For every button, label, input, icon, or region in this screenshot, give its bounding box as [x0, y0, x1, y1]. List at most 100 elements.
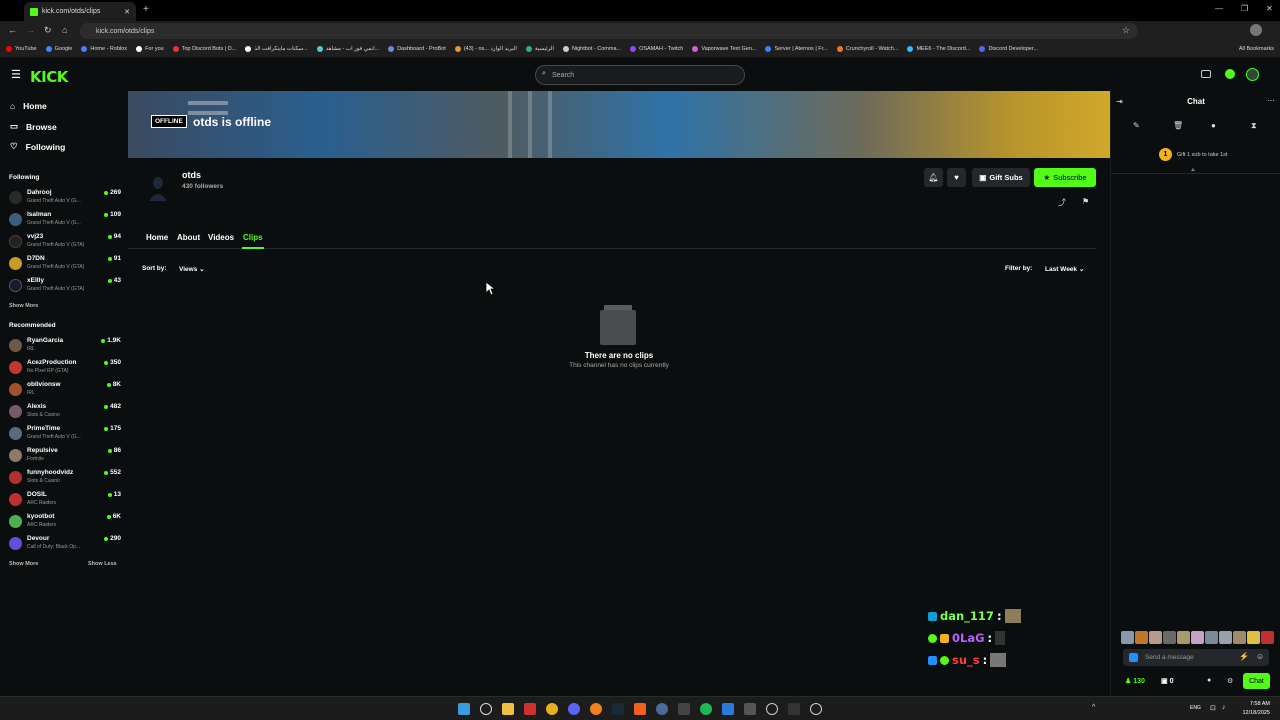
minimize-icon[interactable]: — [1215, 4, 1223, 13]
following-channel[interactable]: Dahrooj Grand Theft Auto V (G... 269 [9, 188, 121, 210]
show-less-recommended[interactable]: Show Less [88, 561, 117, 567]
search-input[interactable]: ⌕ Search [535, 65, 745, 85]
emote-icon[interactable] [1261, 631, 1274, 644]
emote-picker-icon[interactable]: ● [1207, 677, 1211, 684]
close-tab-icon[interactable]: ✕ [124, 8, 130, 16]
gift-subs-button[interactable]: ▣ Gift Subs [972, 168, 1030, 187]
emote-icon[interactable] [1191, 631, 1204, 644]
trash-icon[interactable]: 🗑︎ [1173, 121, 1183, 130]
more-options-icon[interactable]: ⋯ [1267, 96, 1275, 105]
tab-about[interactable]: About [177, 233, 200, 242]
reload-icon[interactable]: ↻ [44, 25, 52, 36]
nav-home[interactable]: ⌂ Home [10, 101, 47, 111]
bookmark-item[interactable]: For you [136, 46, 164, 52]
bookmark-item[interactable]: Discord Developer... [979, 46, 1038, 52]
chat-bubble-icon[interactable]: ● [1211, 121, 1216, 130]
bookmark-item[interactable]: Dashboard - ProBot [388, 46, 446, 52]
report-icon[interactable]: ⚑ [1082, 197, 1089, 206]
steam-icon[interactable] [612, 703, 624, 715]
back-icon[interactable]: ← [8, 25, 17, 35]
emoji-icon[interactable]: ☺ [1256, 652, 1264, 661]
app-icon[interactable] [634, 703, 646, 715]
bookmark-item[interactable]: الرئيسية [525, 46, 554, 52]
recommended-channel[interactable]: Devour Call of Duty: Black Op... 290 [9, 534, 121, 556]
file-explorer-icon[interactable] [502, 703, 514, 715]
bookmark-item[interactable]: YouTube [6, 46, 37, 52]
app-icon[interactable] [722, 703, 734, 715]
user-avatar[interactable] [1246, 68, 1259, 81]
app-icon[interactable] [590, 703, 602, 715]
recommended-channel[interactable]: Alexis Slots & Casino 482 [9, 402, 121, 424]
recommended-channel[interactable]: Repulsive Fortnite 86 [9, 446, 121, 468]
following-channel[interactable]: D7DN Grand Theft Auto V (GTA) 91 [9, 254, 121, 276]
show-more-following[interactable]: Show More [9, 303, 38, 309]
tab-home[interactable]: Home [146, 233, 168, 242]
following-channel[interactable]: Isalman Grand Theft Auto V (G... 109 [9, 210, 121, 232]
follow-heart-button[interactable]: ♥ [947, 168, 966, 187]
emote-icon[interactable] [1205, 631, 1218, 644]
settings-icon[interactable]: ⚙ [1227, 677, 1233, 685]
nav-browse[interactable]: ▭ Browse [10, 121, 57, 132]
bookmark-item[interactable]: OSAMAH - Twitch [630, 46, 683, 52]
system-clock[interactable]: 7:58 AM 12/18/2025 [1242, 700, 1270, 718]
show-more-recommended[interactable]: Show More [9, 561, 38, 567]
url-field[interactable]: kick.com/otds/clips [80, 23, 1138, 39]
bookmark-item[interactable]: Nightbot - Comma... [562, 46, 621, 52]
language-indicator[interactable]: ENG [1190, 705, 1201, 711]
network-icon[interactable]: ⊡ [1210, 704, 1216, 712]
discord-icon[interactable] [568, 703, 580, 715]
all-bookmarks[interactable]: All Bookmarks [1239, 46, 1274, 52]
emote-icon[interactable] [1177, 631, 1190, 644]
kick-points-icon[interactable] [1225, 69, 1235, 79]
emote-icon[interactable] [1149, 631, 1162, 644]
bookmark-item[interactable]: انمي فور اب - مشاهد... [316, 46, 379, 52]
forward-icon[interactable]: → [26, 25, 35, 35]
recommended-channel[interactable]: AcezProduction No Pixel RP (GTA) 350 [9, 358, 121, 380]
close-window-icon[interactable]: ✕ [1266, 4, 1273, 13]
emote-icon[interactable] [1247, 631, 1260, 644]
tab-clips[interactable]: Clips [243, 233, 263, 242]
bookmark-item[interactable]: Server | Aternos | Fr... [765, 46, 828, 52]
recommended-channel[interactable]: kyootbot ARC Raiders 6K [9, 512, 121, 534]
profile-avatar[interactable] [1250, 24, 1262, 36]
pin-icon[interactable]: ✎ [1133, 121, 1140, 130]
chrome-icon[interactable] [546, 703, 558, 715]
bookmark-item[interactable]: (43) - os... البريد الوارد [454, 46, 517, 52]
browser-tab[interactable]: kick.com/otds/clips ✕ [24, 2, 136, 21]
home-icon[interactable]: ⌂ [62, 25, 67, 35]
share-icon[interactable]: ⤴ [1058, 197, 1066, 208]
recommended-channel[interactable]: DOSIL ARC Raiders 13 [9, 490, 121, 512]
bookmark-item[interactable]: Crunchyroll - Watch... [836, 46, 898, 52]
bookmark-item[interactable]: Google [45, 46, 72, 52]
bookmark-item[interactable]: MEE6 - The Discord... [907, 46, 970, 52]
channel-name[interactable]: otds [182, 170, 201, 180]
notification-bell-button[interactable]: 🔔︎ [924, 168, 943, 187]
tab-videos[interactable]: Videos [208, 233, 234, 242]
new-tab-icon[interactable]: + [143, 4, 149, 15]
emote-icon[interactable] [1121, 631, 1134, 644]
menu-icon[interactable]: ☰ [11, 68, 21, 81]
gift-leaderboard[interactable]: 1 Gift 1 sub to take 1st [1159, 148, 1227, 161]
theater-icon[interactable] [1201, 70, 1211, 78]
subscribe-button[interactable]: ★ Subscribe [1034, 168, 1096, 187]
app-icon[interactable] [524, 703, 536, 715]
bookmark-item[interactable]: Home - Roblox [81, 46, 127, 52]
emote-icon[interactable] [1135, 631, 1148, 644]
recommended-channel[interactable]: PrimeTime Grand Theft Auto V (G... 175 [9, 424, 121, 446]
app-icon[interactable] [678, 703, 690, 715]
nav-following[interactable]: ♡ Following [10, 141, 65, 152]
tray-chevron-icon[interactable]: ^ [1092, 704, 1095, 711]
kick-logo[interactable]: KICK [30, 68, 68, 86]
sort-dropdown[interactable]: Views ⌄ [179, 265, 205, 273]
hourglass-icon[interactable]: ⧗ [1251, 121, 1257, 131]
bookmark-item[interactable]: سكنات ماينكرافت الذ... [245, 46, 308, 52]
emote-icon[interactable] [1163, 631, 1176, 644]
app-icon[interactable] [766, 703, 778, 715]
channel-avatar[interactable] [146, 173, 170, 201]
search-icon[interactable] [480, 703, 492, 715]
filter-dropdown[interactable]: Last Week ⌄ [1045, 265, 1084, 273]
emote-icon[interactable] [1219, 631, 1232, 644]
windows-start-icon[interactable] [458, 703, 470, 715]
following-channel[interactable]: vvj23 Grand Theft Auto V (GTA) 94 [9, 232, 121, 254]
recommended-channel[interactable]: RyanGarcia IRL 1.9K [9, 336, 121, 358]
